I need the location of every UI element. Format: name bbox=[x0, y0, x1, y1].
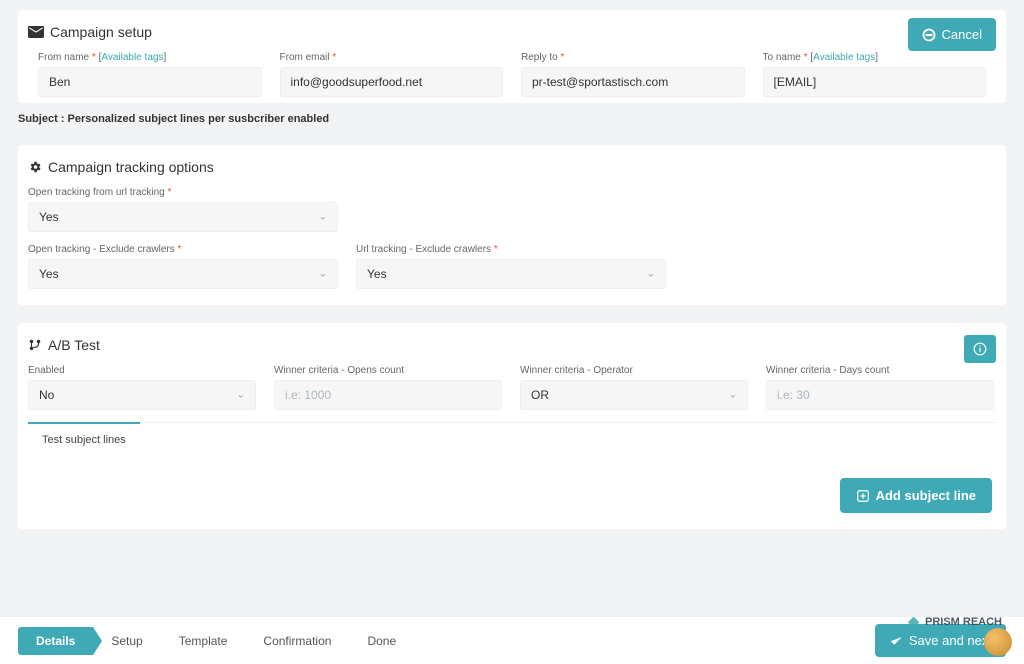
ab-test-title: A/B Test bbox=[28, 337, 996, 353]
ab-tabs: Test subject lines bbox=[28, 422, 996, 456]
to-name-tags-link[interactable]: Available tags bbox=[813, 52, 875, 63]
wizard-done[interactable]: Done bbox=[349, 627, 414, 655]
campaign-setup-card: Campaign setup Cancel From name * [Avail… bbox=[18, 10, 1006, 103]
from-email-input[interactable] bbox=[280, 67, 504, 97]
chevron-down-icon: ⌄ bbox=[319, 269, 327, 280]
url-tracking-exclude-select[interactable]: Yes ⌄ bbox=[356, 259, 666, 289]
chevron-down-icon: ⌄ bbox=[647, 269, 655, 280]
chevron-down-icon: ⌄ bbox=[729, 390, 737, 401]
tab-test-subject-lines[interactable]: Test subject lines bbox=[28, 422, 140, 456]
ab-days-input[interactable] bbox=[766, 380, 994, 410]
from-name-tags-link[interactable]: Available tags bbox=[101, 52, 163, 63]
ab-days-field: Winner criteria - Days count bbox=[766, 365, 994, 410]
page-title: Campaign setup bbox=[50, 24, 152, 40]
reply-to-field: Reply to * bbox=[521, 52, 745, 97]
open-tracking-url-field: Open tracking from url tracking * Yes ⌄ bbox=[28, 187, 338, 232]
ab-enabled-select[interactable]: No ⌄ bbox=[28, 380, 256, 410]
to-name-input[interactable] bbox=[763, 67, 987, 97]
wizard-bar: Details Setup Template Confirmation Done… bbox=[0, 616, 1024, 664]
subject-text: Subject : Personalized subject lines per… bbox=[18, 113, 1006, 135]
to-name-label: To name * [Available tags] bbox=[763, 52, 987, 63]
ab-opens-field: Winner criteria - Opens count bbox=[274, 365, 502, 410]
url-tracking-exclude-field: Url tracking - Exclude crawlers * Yes ⌄ bbox=[356, 244, 666, 289]
wizard-template[interactable]: Template bbox=[161, 627, 246, 655]
from-email-field: From email * bbox=[280, 52, 504, 97]
campaign-fields-row: From name * [Available tags] From email … bbox=[38, 52, 986, 97]
ab-operator-select[interactable]: OR ⌄ bbox=[520, 380, 748, 410]
ab-opens-input[interactable] bbox=[274, 380, 502, 410]
add-subject-line-button[interactable]: Add subject line bbox=[840, 478, 992, 513]
gear-icon bbox=[28, 160, 42, 174]
open-tracking-exclude-select[interactable]: Yes ⌄ bbox=[28, 259, 338, 289]
cancel-label: Cancel bbox=[942, 27, 982, 42]
tracking-options-card: Campaign tracking options Open tracking … bbox=[18, 145, 1006, 305]
prism-logo-mark: ◆ bbox=[908, 613, 919, 630]
from-email-label: From email * bbox=[280, 52, 504, 63]
from-name-input[interactable] bbox=[38, 67, 262, 97]
ab-test-card: A/B Test Enabled No ⌄ Winner criteria - … bbox=[18, 323, 1006, 529]
open-tracking-url-select[interactable]: Yes ⌄ bbox=[28, 202, 338, 232]
cancel-icon bbox=[922, 28, 936, 42]
cancel-button[interactable]: Cancel bbox=[908, 18, 996, 51]
tracking-options-title: Campaign tracking options bbox=[28, 159, 996, 175]
open-tracking-exclude-field: Open tracking - Exclude crawlers * Yes ⌄ bbox=[28, 244, 338, 289]
reply-to-label: Reply to * bbox=[521, 52, 745, 63]
prism-reach-logo: ◆ PRISM REACH bbox=[908, 613, 1002, 630]
wizard-details[interactable]: Details bbox=[18, 627, 93, 655]
from-name-field: From name * [Available tags] bbox=[38, 52, 262, 97]
branch-icon bbox=[28, 338, 42, 352]
wizard-confirmation[interactable]: Confirmation bbox=[245, 627, 349, 655]
plus-icon bbox=[856, 489, 870, 503]
envelope-icon bbox=[28, 26, 44, 38]
info-icon bbox=[973, 342, 987, 356]
ab-enabled-field: Enabled No ⌄ bbox=[28, 365, 256, 410]
reply-to-input[interactable] bbox=[521, 67, 745, 97]
chat-widget-orb[interactable] bbox=[984, 628, 1012, 656]
ab-operator-field: Winner criteria - Operator OR ⌄ bbox=[520, 365, 748, 410]
wizard-setup[interactable]: Setup bbox=[93, 627, 160, 655]
from-name-label: From name * [Available tags] bbox=[38, 52, 262, 63]
check-icon bbox=[889, 634, 903, 648]
chevron-down-icon: ⌄ bbox=[319, 212, 327, 223]
campaign-setup-title: Campaign setup bbox=[28, 24, 996, 40]
to-name-field: To name * [Available tags] bbox=[763, 52, 987, 97]
info-button[interactable] bbox=[964, 335, 996, 363]
chevron-down-icon: ⌄ bbox=[237, 390, 245, 401]
